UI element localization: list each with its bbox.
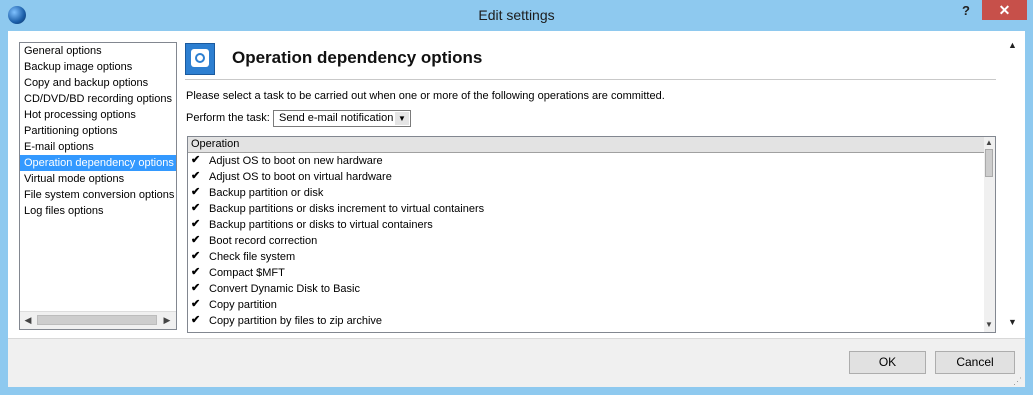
operation-checkbox[interactable]: ✔ [191, 187, 202, 198]
operation-label: Convert Dynamic Disk to Basic [209, 283, 360, 295]
operation-column-header[interactable]: Operation [188, 137, 984, 153]
operation-row[interactable]: ✔ Copy partition [188, 297, 984, 313]
scroll-right-icon[interactable]: ▶ [162, 315, 172, 325]
settings-category-list[interactable]: General options Backup image options Copy … [19, 42, 177, 330]
operation-label: Boot record correction [209, 235, 318, 247]
operation-checkbox[interactable]: ✔ [191, 267, 202, 278]
settings-content: General options Backup image options Copy … [8, 31, 1025, 338]
chain-link-icon [185, 43, 215, 75]
category-item[interactable]: Backup image options [20, 59, 176, 75]
operation-row[interactable]: ✔ Copy partition by files to zip archive [188, 313, 984, 329]
page-vscrollbar[interactable]: ▲ ▼ [1004, 31, 1025, 338]
operation-label: Backup partitions or disks to virtual co… [209, 219, 433, 231]
operation-checkbox[interactable]: ✔ [191, 155, 202, 166]
category-list-hscrollbar[interactable]: ◀ ▶ [20, 311, 176, 329]
operation-row[interactable]: ✔ Adjust OS to boot on new hardware [188, 153, 984, 169]
perform-task-dropdown[interactable]: Send e-mail notification ▼ [273, 110, 411, 127]
category-item[interactable]: Hot processing options [20, 107, 176, 123]
category-item[interactable]: Log files options [20, 203, 176, 219]
operation-checkbox[interactable]: ✔ [191, 203, 202, 214]
operation-row[interactable]: ✔ Convert Dynamic Disk to Basic [188, 281, 984, 297]
ok-button[interactable]: OK [849, 351, 926, 374]
operation-checkbox[interactable]: ✔ [191, 235, 202, 246]
perform-task-value: Send e-mail notification [279, 112, 394, 124]
operation-row[interactable]: ✔ Adjust OS to boot on virtual hardware [188, 169, 984, 185]
operation-checkbox[interactable]: ✔ [191, 219, 202, 230]
category-item[interactable]: Virtual mode options [20, 171, 176, 187]
operation-checkbox[interactable]: ✔ [191, 283, 202, 294]
footer-divider [8, 338, 1025, 339]
operation-row[interactable]: ✔ Compact $MFT [188, 265, 984, 281]
operation-label: Copy partition [209, 299, 277, 311]
operation-row[interactable]: ✔ Backup partition or disk [188, 185, 984, 201]
operations-list-vscrollbar[interactable]: ▲ ▼ [984, 137, 995, 332]
section-divider [185, 79, 996, 80]
window-title: Edit settings [478, 7, 555, 23]
operation-label: Check file system [209, 251, 296, 263]
resize-grip-icon[interactable]: ⋰ [1013, 376, 1023, 386]
operation-row[interactable]: ✔ Boot record correction [188, 233, 984, 249]
cancel-button[interactable]: Cancel [935, 351, 1015, 374]
vscroll-thumb[interactable] [985, 149, 993, 177]
instruction-text: Please select a task to be carried out w… [186, 90, 665, 102]
operation-checkbox[interactable]: ✔ [191, 315, 202, 326]
category-item[interactable]: E-mail options [20, 139, 176, 155]
operations-list[interactable]: Operation ✔ Adjust OS to boot on new hard… [187, 136, 996, 333]
operation-row[interactable]: ✔ Backup partitions or disks increment to… [188, 201, 984, 217]
close-button[interactable]: ✕ [982, 0, 1027, 20]
scroll-down-icon[interactable]: ▼ [1008, 317, 1017, 327]
title-bar[interactable]: Edit settings ? ✕ [0, 0, 1033, 31]
operation-label: Compact $MFT [209, 267, 285, 279]
operation-label: Backup partitions or disks increment to … [209, 203, 485, 215]
operation-row[interactable]: ✔ Check file system [188, 249, 984, 265]
operation-checkbox[interactable]: ✔ [191, 251, 202, 262]
operation-label: Backup partition or disk [209, 187, 324, 199]
dialog-client-area: General options Backup image options Copy … [8, 31, 1025, 387]
category-item[interactable]: Copy and backup options [20, 75, 176, 91]
chevron-down-icon[interactable]: ▼ [395, 112, 409, 125]
section-title: Operation dependency options [232, 48, 483, 67]
operation-row[interactable]: ✔ Backup partitions or disks to virtual c… [188, 217, 984, 233]
category-item[interactable]: General options [20, 43, 176, 59]
operation-checkbox[interactable]: ✔ [191, 171, 202, 182]
operation-label: Adjust OS to boot on virtual hardware [209, 171, 392, 183]
operation-label: Adjust OS to boot on new hardware [209, 155, 383, 167]
scroll-up-icon[interactable]: ▲ [1008, 40, 1017, 50]
operation-column-label: Operation [191, 138, 240, 150]
hscroll-thumb[interactable] [37, 315, 157, 325]
edit-settings-window: Edit settings ? ✕ General options Backup … [0, 0, 1033, 395]
category-item[interactable]: File system conversion options [20, 187, 176, 203]
category-item[interactable]: Partitioning options [20, 123, 176, 139]
operation-checkbox[interactable]: ✔ [191, 299, 202, 310]
scroll-down-icon[interactable]: ▼ [985, 320, 993, 329]
help-button[interactable]: ? [953, 1, 979, 21]
scroll-left-icon[interactable]: ◀ [23, 315, 33, 325]
category-item[interactable]: Operation dependency options [20, 155, 176, 171]
perform-task-label: Perform the task: [186, 112, 270, 124]
operation-label: Copy partition by files to zip archive [209, 315, 383, 327]
category-item[interactable]: CD/DVD/BD recording options [20, 91, 176, 107]
scroll-up-icon[interactable]: ▲ [985, 138, 993, 147]
